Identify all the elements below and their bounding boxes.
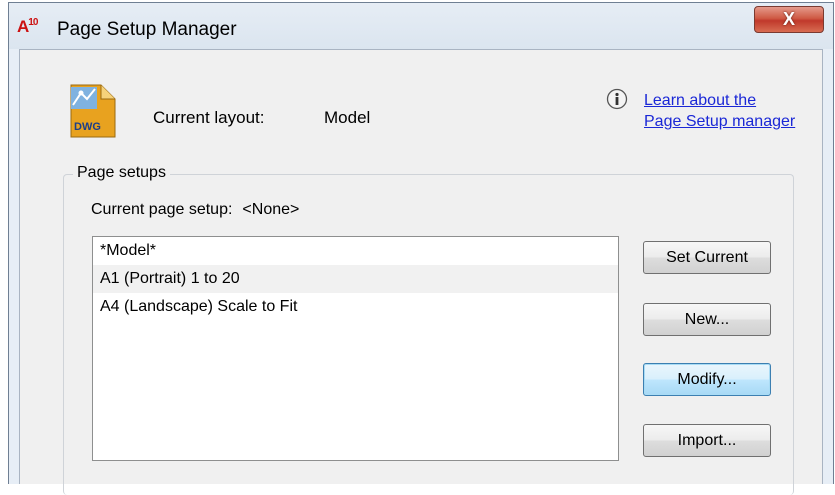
current-page-setup-label: Current page setup:	[91, 201, 233, 218]
current-layout-label: Current layout:	[153, 108, 265, 127]
window-title: Page Setup Manager	[57, 19, 237, 40]
page-setup-manager-window: A10 Page Setup Manager X DWG Current lay…	[8, 2, 834, 495]
current-page-setup: Current page setup: <None>	[91, 201, 299, 219]
current-page-setup-value: <None>	[242, 201, 300, 218]
learn-about-link[interactable]: Learn about the Page Setup manager	[644, 90, 795, 132]
app-logo-suffix: 10	[28, 17, 38, 28]
list-item-a1-portrait[interactable]: A1 (Portrait) 1 to 20	[93, 265, 618, 293]
modify-button[interactable]: Modify...	[643, 363, 771, 396]
dwg-icon-text: DWG	[74, 121, 101, 133]
import-button[interactable]: Import...	[643, 424, 771, 457]
info-icon	[606, 88, 628, 110]
list-item-model[interactable]: *Model*	[93, 237, 618, 265]
dwg-file-icon: DWG	[70, 84, 116, 138]
set-current-button[interactable]: Set Current	[643, 241, 771, 274]
dialog-body: DWG Current layout: Model Learn about th…	[19, 49, 823, 495]
page-setups-group-title: Page setups	[73, 164, 170, 182]
app-logo-letter: A	[17, 17, 29, 36]
learn-link-line1[interactable]: Learn about the	[644, 90, 795, 111]
current-layout-value: Model	[324, 108, 371, 127]
page-setups-list[interactable]: *Model* A1 (Portrait) 1 to 20 A4 (Landsc…	[92, 236, 619, 461]
new-button[interactable]: New...	[643, 303, 771, 336]
app-logo-icon: A10	[17, 17, 47, 37]
close-button[interactable]: X	[754, 6, 824, 33]
title-bar[interactable]: A10 Page Setup Manager X	[9, 3, 833, 49]
list-item-a4-landscape[interactable]: A4 (Landscape) Scale to Fit	[93, 293, 618, 321]
learn-link-line2[interactable]: Page Setup manager	[644, 111, 795, 132]
